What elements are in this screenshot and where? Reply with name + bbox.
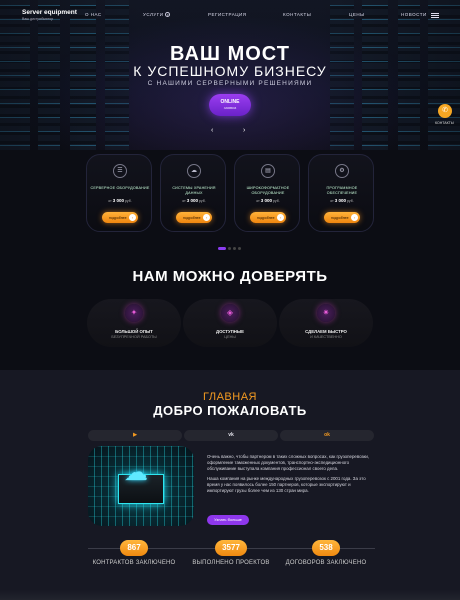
team-icon: ✦	[125, 304, 143, 322]
feature-card: ◈ ДОСТУПНЫЕ ЦЕНЫ	[183, 299, 277, 347]
service-card-title: ПРОГРАММНОЕ ОБЕСПЕЧЕНИЕ	[326, 186, 358, 195]
pagination-dot[interactable]	[233, 247, 236, 251]
about-paragraph: Наша компания на рынке международных гру…	[207, 476, 366, 493]
pagination-dot-active[interactable]	[218, 247, 226, 251]
service-card: ☁ СИСТЕМЫ ХРАНЕНИЯ ДАННЫХ от 3 000 руб. …	[160, 154, 226, 232]
online-button-sublabel: заявка	[223, 105, 237, 110]
logo[interactable]: Server equipment Ваш дистрибьютор	[22, 9, 77, 21]
service-card: ▤ ШИРОКОФОРМАТНОЕ ОБОРУДОВАНИЕ от 3 000 …	[234, 154, 300, 232]
about-image: ☁	[88, 446, 194, 526]
nav-item-services[interactable]: УСЛУГИ ▾	[143, 12, 171, 18]
cloud-icon: ☁	[124, 459, 148, 486]
service-details-button[interactable]: подробнее ›	[250, 212, 286, 223]
feature-card: ✦ БОЛЬШОЙ ОПЫТ БЕЗУПРЕЧНОЙ РАБОТЫ	[87, 299, 181, 347]
chevron-down-icon: ▾	[165, 12, 171, 18]
service-card: ☰ СЕРВЕРНОЕ ОБОРУДОВАНИЕ от 3 000 руб. п…	[86, 154, 152, 232]
feature-subtitle: БЕЗУПРЕЧНОЙ РАБОТЫ	[111, 335, 157, 339]
trust-section-title: НАМ МОЖНО ДОВЕРЯТЬ	[132, 268, 328, 285]
carousel-pagination	[218, 240, 243, 251]
slider-next-icon[interactable]: ›	[243, 127, 245, 134]
button-label: подробнее	[183, 215, 201, 220]
footer-strip	[0, 590, 460, 600]
logo-title: Server equipment	[22, 9, 77, 16]
about-text: Очень важно, чтобы партнером в таких сло…	[207, 454, 375, 499]
service-card-title: ШИРОКОФОРМАТНОЕ ОБОРУДОВАНИЕ	[246, 186, 290, 195]
service-card-title: СЕРВЕРНОЕ ОБОРУДОВАНИЕ	[90, 186, 150, 190]
nav-item-label: УСЛУГИ	[143, 12, 164, 17]
arrow-right-icon: ›	[203, 214, 210, 221]
button-label: подробнее	[331, 215, 349, 220]
services-carousel: ☰ СЕРВЕРНОЕ ОБОРУДОВАНИЕ от 3 000 руб. п…	[86, 154, 376, 234]
software-icon: ⚙	[335, 164, 349, 178]
pagination-dot[interactable]	[238, 247, 241, 251]
service-card-price: от 3 000 руб.	[108, 198, 132, 203]
about-title: ДОБРО ПОЖАЛОВАТЬ	[153, 403, 307, 418]
service-card-price: от 3 000 руб.	[182, 198, 206, 203]
server-icon: ☰	[113, 164, 127, 178]
hamburger-icon[interactable]	[431, 13, 439, 19]
online-request-button[interactable]: ONLINE заявка	[209, 94, 251, 116]
quality-icon: ✷	[317, 304, 335, 322]
button-label: подробнее	[257, 215, 275, 220]
youtube-icon[interactable]: ▶	[88, 430, 182, 441]
about-paragraph: Очень важно, чтобы партнером в таких сло…	[207, 454, 370, 471]
service-card-price: от 3 000 руб.	[256, 198, 280, 203]
service-card-title: СИСТЕМЫ ХРАНЕНИЯ ДАННЫХ	[172, 186, 216, 195]
service-card-price: от 3 000 руб.	[330, 198, 354, 203]
feature-subtitle: ЦЕНЫ	[224, 335, 236, 339]
arrow-right-icon: ›	[351, 214, 358, 221]
stat-badge: 867	[120, 540, 148, 556]
stat-badge: 538	[312, 540, 340, 556]
button-label: подробнее	[109, 215, 127, 220]
printer-icon: ▤	[261, 164, 275, 178]
hero-section: Server equipment Ваш дистрибьютор О НАС …	[0, 0, 460, 150]
stat-label: ДОГОВОРОВ ЗАКЛЮЧЕНО	[285, 560, 367, 566]
service-details-button[interactable]: подробнее ›	[324, 212, 360, 223]
feature-card: ✷ СДЕЛАЕМ БЫСТРО И КАЧЕСТВЕННО	[279, 299, 373, 347]
about-eyebrow: ГЛАВНАЯ	[203, 391, 257, 403]
service-details-button[interactable]: подробнее ›	[176, 212, 212, 223]
pagination-dot[interactable]	[228, 247, 231, 251]
phone-icon[interactable]: ✆	[438, 104, 452, 118]
odnoklassniki-icon[interactable]: ok	[280, 430, 374, 441]
nav-item-contacts[interactable]: КОНТАКТЫ	[283, 12, 311, 17]
nav-item-registration[interactable]: РЕГИСТРАЦИЯ	[208, 12, 247, 17]
arrow-right-icon: ›	[129, 214, 136, 221]
stat-badge: 3577	[215, 540, 247, 556]
feature-title: ДОСТУПНЫЕ	[216, 329, 244, 334]
service-details-button[interactable]: подробнее ›	[102, 212, 138, 223]
arrow-right-icon: ›	[277, 214, 284, 221]
price-icon: ◈	[221, 304, 239, 322]
contact-bubble-label: КОНТАКТЫ	[435, 121, 454, 125]
hero-subtitle: К УСПЕШНОМУ БИЗНЕСУ	[133, 63, 327, 79]
nav-item-news[interactable]: НОВОСТИ	[401, 12, 427, 17]
learn-more-button[interactable]: Узнать больше	[207, 515, 249, 525]
cloud-storage-icon: ☁	[187, 164, 201, 178]
main-nav: О НАС УСЛУГИ ▾ РЕГИСТРАЦИЯ КОНТАКТЫ ЦЕНЫ …	[85, 12, 445, 20]
nav-item-prices[interactable]: ЦЕНЫ	[349, 12, 365, 17]
logo-tagline: Ваш дистрибьютор	[22, 17, 54, 21]
slider-prev-icon[interactable]: ‹	[211, 127, 213, 134]
feature-subtitle: И КАЧЕСТВЕННО	[310, 335, 342, 339]
hero-tagline: С НАШИМИ СЕРВЕРНЫМИ РЕШЕНИЯМИ	[147, 80, 313, 87]
feature-title: СДЕЛАЕМ БЫСТРО	[305, 329, 347, 334]
service-card: ⚙ ПРОГРАММНОЕ ОБЕСПЕЧЕНИЕ от 3 000 руб. …	[308, 154, 374, 232]
feature-title: БОЛЬШОЙ ОПЫТ	[115, 329, 153, 334]
nav-item-about[interactable]: О НАС	[85, 12, 102, 17]
vk-icon[interactable]: vk	[184, 430, 278, 441]
